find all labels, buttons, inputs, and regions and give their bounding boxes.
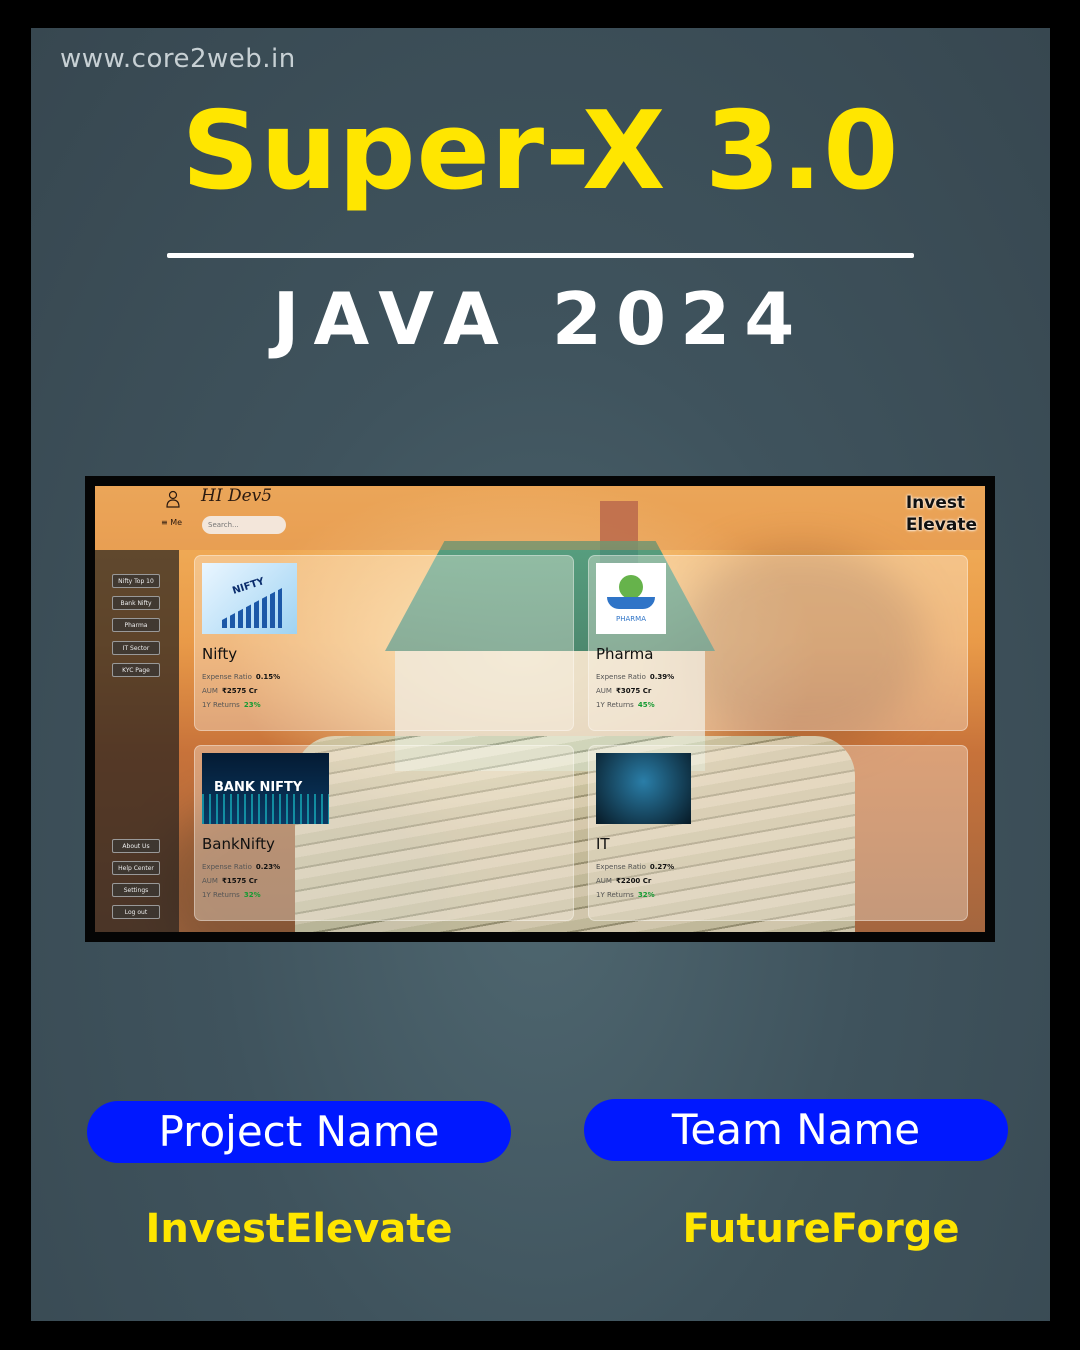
brand-line-2: Elevate xyxy=(905,515,977,536)
greeting-text: HI Dev5 xyxy=(201,486,273,506)
aum-label: AUM xyxy=(202,877,218,885)
title-divider xyxy=(167,253,914,258)
returns-value: 45% xyxy=(637,701,655,709)
fund-card-it[interactable]: IT Expense Ratio 0.27% AUM ₹2200 Cr 1Y Ret… xyxy=(588,745,968,921)
expense-label: Expense Ratio xyxy=(596,863,646,871)
aum-value: ₹2200 Cr xyxy=(615,877,652,885)
expense-label: Expense Ratio xyxy=(202,863,252,871)
returns-value: 32% xyxy=(637,891,655,899)
returns-row: 1Y Returns 45% xyxy=(596,701,655,709)
fund-card-nifty[interactable]: NIFTY Nifty Expense Ratio 0.15% AUM ₹2575 … xyxy=(194,555,574,731)
sidebar-item-settings[interactable]: Settings xyxy=(112,883,160,897)
expense-label: Expense Ratio xyxy=(596,673,646,681)
returns-label: 1Y Returns xyxy=(596,701,634,709)
aum-value: ₹2575 Cr xyxy=(221,687,258,695)
expense-value: 0.27% xyxy=(649,863,675,871)
aum-label: AUM xyxy=(596,687,612,695)
user-icon[interactable] xyxy=(165,490,181,508)
expense-ratio-row: Expense Ratio 0.23% xyxy=(202,863,280,871)
fund-card-banknifty[interactable]: BANK NIFTY BankNifty Expense Ratio 0.23% … xyxy=(194,745,574,921)
sidebar-item-it-sector[interactable]: IT Sector xyxy=(112,641,160,655)
expense-label: Expense Ratio xyxy=(202,673,252,681)
candlestick-icon xyxy=(202,794,329,824)
project-name-value: InvestElevate xyxy=(145,1206,453,1252)
app-screenshot-frame: HI Dev5 ≡ Me Invest Elevate Nifty Top 10… xyxy=(85,476,995,942)
aum-value: ₹3075 Cr xyxy=(615,687,652,695)
nifty-image: NIFTY xyxy=(202,563,297,634)
bank-nifty-image: BANK NIFTY xyxy=(202,753,329,824)
returns-label: 1Y Returns xyxy=(596,891,634,899)
sidebar-item-log-out[interactable]: Log out xyxy=(112,905,160,919)
site-url: www.core2web.in xyxy=(60,44,296,74)
team-name-value: FutureForge xyxy=(682,1206,960,1252)
page-subtitle: JAVA 2024 xyxy=(272,277,809,361)
image-label: NIFTY xyxy=(231,576,266,597)
aum-row: AUM ₹3075 Cr xyxy=(596,687,651,695)
aum-value: ₹1575 Cr xyxy=(221,877,258,885)
aum-row: AUM ₹2200 Cr xyxy=(596,877,651,885)
returns-value: 23% xyxy=(243,701,261,709)
returns-value: 32% xyxy=(243,891,261,899)
expense-ratio-row: Expense Ratio 0.15% xyxy=(202,673,280,681)
poster: www.core2web.in Super-X 3.0 JAVA 2024 HI… xyxy=(31,28,1050,1321)
chart-bars-icon xyxy=(222,588,282,628)
fund-card-pharma[interactable]: PHARMA Pharma Expense Ratio 0.39% AUM ₹307… xyxy=(588,555,968,731)
pharma-image: PHARMA xyxy=(596,563,666,634)
expense-value: 0.15% xyxy=(255,673,281,681)
sidebar-item-kyc-page[interactable]: KYC Page xyxy=(112,663,160,677)
aum-label: AUM xyxy=(596,877,612,885)
page-title: Super-X 3.0 xyxy=(181,89,900,214)
expense-value: 0.23% xyxy=(255,863,281,871)
leaf-icon xyxy=(619,575,643,599)
sidebar-item-nifty-top-10[interactable]: Nifty Top 10 xyxy=(112,574,160,588)
brand-logo: Invest Elevate xyxy=(906,492,977,536)
sidebar: Nifty Top 10 Bank Nifty Pharma IT Sector… xyxy=(95,550,179,932)
returns-row: 1Y Returns 32% xyxy=(202,891,261,899)
team-name-label: Team Name xyxy=(584,1099,1008,1161)
expense-ratio-row: Expense Ratio 0.39% xyxy=(596,673,674,681)
returns-row: 1Y Returns 23% xyxy=(202,701,261,709)
sidebar-item-help-center[interactable]: Help Center xyxy=(112,861,160,875)
expense-ratio-row: Expense Ratio 0.27% xyxy=(596,863,674,871)
project-name-label: Project Name xyxy=(87,1101,511,1163)
aum-row: AUM ₹2575 Cr xyxy=(202,687,257,695)
sidebar-item-bank-nifty[interactable]: Bank Nifty xyxy=(112,596,160,610)
image-label: PHARMA xyxy=(616,615,646,623)
image-label: BANK NIFTY xyxy=(214,780,303,795)
card-title: Pharma xyxy=(596,645,654,663)
sidebar-item-pharma[interactable]: Pharma xyxy=(112,618,160,632)
hand-icon xyxy=(607,597,655,609)
sidebar-item-about-us[interactable]: About Us xyxy=(112,839,160,853)
it-image xyxy=(596,753,691,824)
aum-label: AUM xyxy=(202,687,218,695)
returns-row: 1Y Returns 32% xyxy=(596,891,655,899)
returns-label: 1Y Returns xyxy=(202,701,240,709)
expense-value: 0.39% xyxy=(649,673,675,681)
aum-row: AUM ₹1575 Cr xyxy=(202,877,257,885)
brand-line-1: Invest xyxy=(905,493,966,513)
app-header: HI Dev5 ≡ Me Invest Elevate xyxy=(95,486,985,550)
card-title: BankNifty xyxy=(202,835,275,853)
returns-label: 1Y Returns xyxy=(202,891,240,899)
menu-button[interactable]: ≡ Me xyxy=(161,518,182,527)
search-input[interactable] xyxy=(202,516,286,534)
card-title: IT xyxy=(596,835,610,853)
app-screenshot: HI Dev5 ≡ Me Invest Elevate Nifty Top 10… xyxy=(95,486,985,932)
card-title: Nifty xyxy=(202,645,238,663)
